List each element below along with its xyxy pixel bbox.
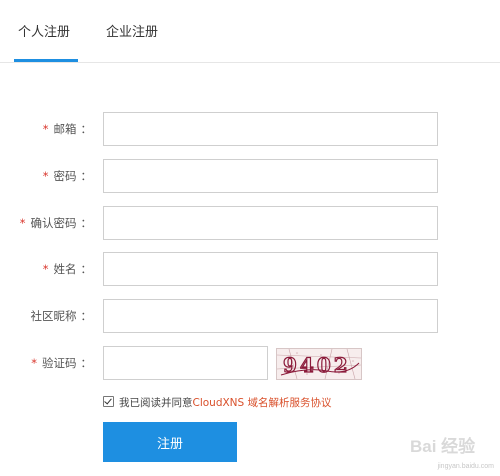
email-row: * 邮箱： [0, 112, 500, 146]
name-input[interactable] [103, 252, 438, 286]
required-mark: * [31, 356, 37, 370]
password-label: * 密码： [42, 169, 92, 183]
nickname-input[interactable] [103, 299, 438, 333]
required-mark: * [42, 169, 49, 183]
active-tab-indicator [14, 59, 78, 62]
required-mark: * [19, 216, 26, 230]
confirm-password-row: * 确认密码： [0, 206, 500, 240]
captcha-row: * 验证码： 9402 [0, 346, 500, 380]
tab-enterprise-registration[interactable]: 企业注册 [106, 24, 158, 42]
email-label: * 邮箱： [42, 122, 92, 136]
nickname-row: 社区昵称： [0, 299, 500, 333]
confirm-password-input[interactable] [103, 206, 438, 240]
confirm-password-label: * 确认密码： [19, 216, 92, 230]
email-input[interactable] [103, 112, 438, 146]
register-button[interactable]: 注册 [103, 422, 237, 462]
registration-page: 个人注册 企业注册 * 邮箱： * 密码： * 确认密码： * 姓名： 社区昵称： * 验… [0, 0, 500, 476]
captcha-image[interactable]: 9402 [276, 348, 362, 380]
agreement-link[interactable]: CloudXNS 域名解析服务协议 [193, 397, 332, 409]
watermark-url: jingyan.baidu.com [437, 463, 494, 470]
required-mark: * [42, 122, 49, 136]
baidu-jingyan-watermark: Bai 经验 jingyan.baidu.com [408, 430, 494, 470]
agreement-row: 我已阅读并同意CloudXNS 域名解析服务协议 [103, 395, 332, 411]
password-input[interactable] [103, 159, 438, 193]
tab-personal-registration[interactable]: 个人注册 [18, 24, 70, 42]
required-mark: * [42, 262, 49, 276]
agreement-text: 我已阅读并同意 [119, 397, 193, 409]
agreement-checkbox[interactable] [103, 396, 114, 407]
password-row: * 密码： [0, 159, 500, 193]
svg-text:Bai 经验: Bai 经验 [410, 436, 476, 456]
captcha-label: * 验证码： [31, 356, 92, 370]
name-row: * 姓名： [0, 252, 500, 286]
captcha-input[interactable] [103, 346, 268, 380]
name-label: * 姓名： [42, 262, 92, 276]
registration-tabs: 个人注册 企业注册 [0, 0, 500, 63]
captcha-text: 9402 [283, 353, 351, 377]
baidu-logo-icon: Bai 经验 [410, 436, 476, 456]
nickname-label: 社区昵称： [30, 309, 93, 323]
captcha-graphic: 9402 [277, 349, 361, 379]
